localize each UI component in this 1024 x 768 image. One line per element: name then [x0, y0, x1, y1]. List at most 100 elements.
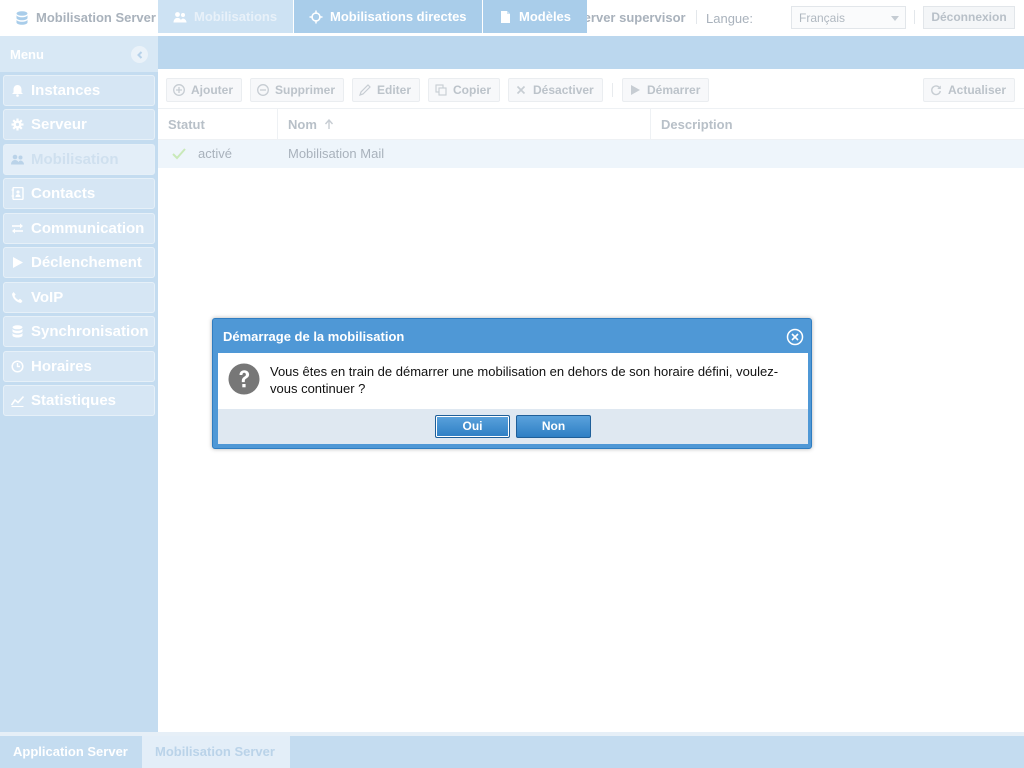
refresh-icon	[931, 85, 941, 96]
clock-icon	[11, 360, 24, 373]
add-button[interactable]: Ajouter	[166, 78, 242, 102]
sidebar-item-horaires[interactable]: Horaires	[3, 351, 155, 382]
play-icon	[631, 85, 640, 95]
language-select[interactable]: Français	[791, 6, 906, 29]
gear-icon	[11, 118, 24, 131]
start-button[interactable]: Démarrer	[622, 78, 710, 102]
exchange-arrows-icon	[12, 223, 23, 234]
crosshair-icon	[309, 10, 323, 23]
sidebar-item-label: Statistiques	[31, 392, 117, 409]
deactivate-label: Désactiver	[533, 83, 594, 97]
tab-mobilisations[interactable]: Mobilisations	[158, 0, 293, 33]
delete-label: Supprimer	[275, 83, 336, 97]
app-title-text: Mobilisation Server	[36, 10, 156, 25]
play-icon	[13, 257, 23, 268]
sidebar-item-synchronisation[interactable]: Synchronisation	[3, 316, 155, 347]
close-icon	[516, 85, 526, 95]
sidebar-item-label: Déclenchement	[31, 254, 142, 271]
toolbar: Ajouter Supprimer Editer Copier Désactiv…	[158, 69, 1024, 109]
no-button[interactable]: Non	[516, 415, 591, 438]
sidebar-menu: Menu	[0, 36, 158, 732]
name-cell: Mobilisation Mail	[288, 146, 385, 161]
copy-button[interactable]: Copier	[428, 78, 501, 102]
users-icon	[11, 154, 24, 165]
bottom-tab-application-server[interactable]: Application Server	[0, 736, 141, 768]
database-icon	[12, 325, 23, 338]
sidebar-item-mobilisation[interactable]: Mobilisation	[3, 144, 155, 175]
sidebar-item-label: Mobilisation	[31, 151, 119, 168]
sidebar-item-label: Instances	[31, 82, 101, 99]
refresh-label: Actualiser	[948, 83, 1007, 97]
column-header-description[interactable]: Description	[651, 109, 1024, 140]
tab-label: Mobilisations directes	[330, 9, 467, 24]
minus-circle-icon	[257, 84, 269, 96]
deactivate-button[interactable]: Désactiver	[508, 78, 603, 102]
sidebar-item-serveur[interactable]: Serveur	[3, 109, 155, 140]
close-icon[interactable]	[786, 328, 804, 346]
sidebar-item-statistiques[interactable]: Statistiques	[3, 385, 155, 416]
column-header-nom[interactable]: Nom	[278, 109, 651, 140]
edit-label: Editer	[377, 83, 412, 97]
grid-header: Statut Nom Description	[158, 109, 1024, 140]
sidebar-item-label: Communication	[31, 220, 145, 237]
check-icon	[172, 148, 186, 160]
sidebar-item-declenchement[interactable]: Déclenchement	[3, 247, 155, 278]
column-header-label: Nom	[288, 117, 317, 132]
tab-mobilisations-directes[interactable]: Mobilisations directes	[294, 0, 482, 33]
sidebar-item-label: Contacts	[31, 185, 96, 202]
address-book-icon	[11, 187, 24, 200]
chevron-left-icon	[136, 50, 142, 59]
status-cell: activé	[198, 146, 232, 161]
sidebar-item-label: Horaires	[31, 358, 92, 375]
copy-icon	[435, 84, 447, 96]
add-label: Ajouter	[191, 83, 233, 97]
toolbar-divider	[612, 83, 613, 97]
sidebar-item-label: Synchronisation	[31, 323, 149, 340]
user-name: Server supervisor	[575, 10, 686, 25]
confirm-dialog: Démarrage de la mobilisation Vous êtes e…	[212, 318, 812, 449]
database-icon	[16, 10, 28, 25]
sidebar-item-communication[interactable]: Communication	[3, 213, 155, 244]
column-header-statut[interactable]: Statut	[158, 109, 278, 140]
sidebar-item-voip[interactable]: VoIP	[3, 282, 155, 313]
bottom-tab-mobilisation-server[interactable]: Mobilisation Server	[142, 736, 290, 768]
copy-label: Copier	[453, 83, 492, 97]
dialog-footer: Oui Non	[218, 409, 808, 444]
language-value: Français	[799, 11, 846, 25]
menu-header: Menu	[0, 36, 158, 72]
dialog-title: Démarrage de la mobilisation	[223, 329, 405, 344]
dialog-body: Vous êtes en train de démarrer une mobil…	[218, 353, 808, 409]
sidebar-item-label: Serveur	[31, 116, 87, 133]
tab-modeles[interactable]: Modèles	[483, 0, 587, 33]
app-title: Mobilisation Server	[16, 10, 156, 25]
refresh-button[interactable]: Actualiser	[923, 78, 1016, 102]
menu-title: Menu	[10, 47, 44, 62]
sort-ascending-icon	[324, 118, 333, 129]
table-row[interactable]: activé Mobilisation Mail	[158, 140, 1024, 168]
pencil-icon	[359, 84, 371, 96]
divider	[914, 10, 915, 24]
language-label: Langue:	[706, 11, 753, 26]
plus-circle-icon	[173, 84, 185, 96]
question-icon	[228, 363, 260, 395]
users-icon	[173, 11, 187, 22]
collapse-menu-button[interactable]	[131, 46, 148, 63]
logout-button[interactable]: Déconnexion	[923, 6, 1015, 29]
yes-button[interactable]: Oui	[435, 415, 510, 438]
dialog-message: Vous êtes en train de démarrer une mobil…	[270, 364, 779, 396]
start-label: Démarrer	[647, 83, 701, 97]
bell-icon	[12, 85, 23, 97]
document-icon	[501, 10, 510, 23]
sidebar-item-contacts[interactable]: Contacts	[3, 178, 155, 209]
divider	[696, 10, 697, 24]
tab-label: Modèles	[519, 9, 572, 24]
sidebar-item-instances[interactable]: Instances	[3, 75, 155, 106]
grid-body	[158, 168, 1024, 732]
edit-button[interactable]: Editer	[352, 78, 421, 102]
chevron-down-icon	[891, 16, 899, 21]
phone-icon	[12, 292, 23, 303]
tab-label: Mobilisations	[194, 9, 278, 24]
chart-icon	[11, 395, 24, 407]
sidebar-item-label: VoIP	[31, 289, 64, 306]
delete-button[interactable]: Supprimer	[250, 78, 345, 102]
